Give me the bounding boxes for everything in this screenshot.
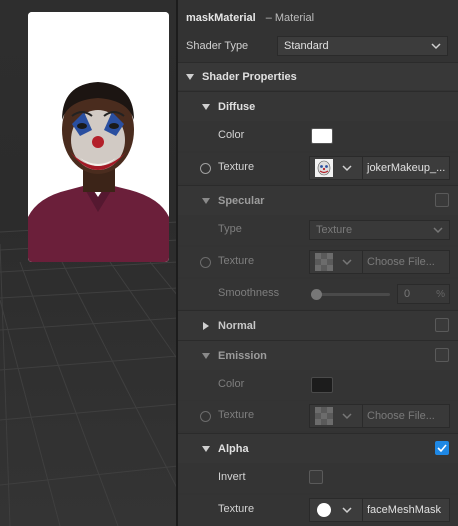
specular-texture-label: Texture: [218, 255, 255, 267]
triangle-down-icon: [202, 103, 210, 110]
texture-link-icon[interactable]: [200, 257, 211, 268]
scene-viewport[interactable]: [0, 0, 178, 526]
emission-section-header[interactable]: Emission: [178, 340, 458, 370]
inspector-header: maskMaterial – Material: [178, 6, 458, 30]
alpha-enable-checkbox[interactable]: [435, 441, 449, 455]
diffuse-color-row: Color: [178, 121, 458, 151]
normal-title: Normal: [218, 319, 256, 332]
alpha-texture-picker[interactable]: [309, 498, 363, 522]
alpha-texture-label: Texture: [218, 503, 255, 515]
diffuse-texture-name[interactable]: jokerMakeup_...: [362, 156, 450, 180]
diffuse-section-header[interactable]: Diffuse: [178, 91, 458, 121]
chevron-down-icon: [342, 413, 352, 420]
specular-texture-picker[interactable]: [309, 250, 363, 274]
specular-texture-name[interactable]: Choose File...: [362, 250, 450, 274]
triangle-down-icon: [202, 352, 210, 359]
triangle-down-icon: [202, 197, 210, 204]
material-inspector: maskMaterial – Material Shader Type Stan…: [178, 0, 458, 526]
emission-texture-label: Texture: [218, 409, 255, 421]
triangle-right-icon: [203, 321, 209, 330]
specular-type-value: Texture: [316, 224, 353, 236]
smoothness-value: 0: [404, 288, 411, 300]
triangle-down-icon: [186, 73, 194, 80]
alpha-invert-label: Invert: [218, 471, 246, 483]
diffuse-color-label: Color: [218, 129, 245, 141]
smoothness-value-field[interactable]: 0 %: [397, 284, 450, 304]
mask-thumbnail-icon: [317, 503, 331, 517]
smoothness-slider-thumb[interactable]: [311, 289, 322, 300]
shader-type-value: Standard: [284, 40, 329, 52]
normal-enable-checkbox[interactable]: [435, 318, 449, 332]
shader-properties-title: Shader Properties: [202, 70, 297, 83]
emission-color-label: Color: [218, 378, 245, 390]
asset-type-label: – Material: [265, 12, 315, 24]
shader-type-dropdown[interactable]: Standard: [277, 36, 448, 56]
chevron-down-icon: [342, 165, 352, 172]
empty-texture-icon: [315, 407, 333, 425]
specular-texture-row: Texture Choose File...: [178, 247, 458, 277]
specular-section-header[interactable]: Specular: [178, 185, 458, 215]
chevron-down-icon: [342, 507, 352, 514]
texture-link-icon[interactable]: [200, 411, 211, 422]
material-name: maskMaterial: [186, 12, 256, 24]
specular-type-label: Type: [218, 223, 242, 235]
specular-title: Specular: [218, 194, 265, 207]
diffuse-title: Diffuse: [218, 100, 256, 113]
emission-title: Emission: [218, 349, 267, 362]
smoothness-unit: %: [436, 288, 445, 300]
checkmark-icon: [437, 444, 447, 453]
shader-type-label: Shader Type: [186, 40, 249, 52]
emission-enable-checkbox[interactable]: [435, 348, 449, 362]
emission-color-row: Color: [178, 370, 458, 400]
empty-texture-icon: [315, 253, 333, 271]
diffuse-color-swatch[interactable]: [311, 128, 333, 144]
smoothness-slider-track[interactable]: [314, 293, 390, 296]
specular-smoothness-row: Smoothness 0 %: [178, 279, 458, 309]
specular-type-row: Type Texture: [178, 215, 458, 245]
chevron-down-icon: [431, 43, 441, 50]
chevron-down-icon: [342, 259, 352, 266]
emission-color-swatch[interactable]: [311, 377, 333, 393]
shader-properties-header[interactable]: Shader Properties: [178, 62, 458, 90]
alpha-section-header[interactable]: Alpha: [178, 433, 458, 463]
joker-thumbnail-icon: [315, 159, 333, 177]
specular-enable-checkbox[interactable]: [435, 193, 449, 207]
face-preview-image: [28, 12, 169, 262]
alpha-texture-name[interactable]: faceMeshMask: [362, 498, 450, 522]
triangle-down-icon: [202, 445, 210, 452]
chevron-down-icon: [433, 227, 443, 234]
alpha-title: Alpha: [218, 442, 249, 455]
diffuse-texture-label: Texture: [218, 161, 255, 173]
normal-section-header[interactable]: Normal: [178, 310, 458, 340]
diffuse-texture-row: Texture jokerMakeup_...: [178, 153, 458, 183]
specular-type-dropdown[interactable]: Texture: [309, 220, 450, 240]
alpha-invert-row: Invert: [178, 463, 458, 493]
emission-texture-row: Texture Choose File...: [178, 401, 458, 431]
alpha-texture-row: Texture faceMeshMask: [178, 495, 458, 525]
emission-texture-picker[interactable]: [309, 404, 363, 428]
diffuse-texture-picker[interactable]: [309, 156, 363, 180]
emission-texture-name[interactable]: Choose File...: [362, 404, 450, 428]
smoothness-label: Smoothness: [218, 287, 280, 299]
texture-link-icon[interactable]: [200, 163, 211, 174]
alpha-invert-checkbox[interactable]: [309, 470, 323, 484]
